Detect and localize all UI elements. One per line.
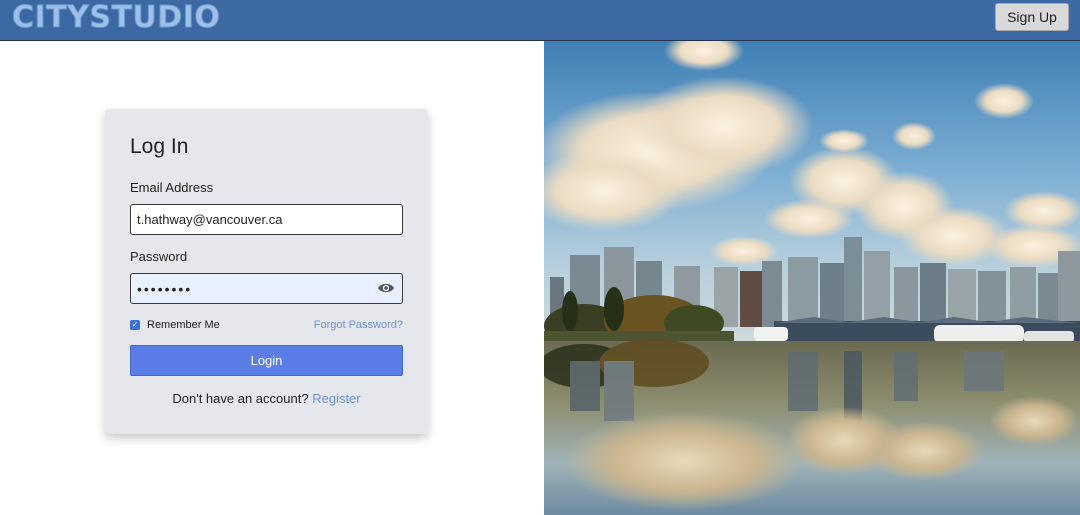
hero-skyline-image [544, 41, 1080, 515]
top-navbar: CITYSTUDIO Sign Up [0, 0, 1080, 41]
register-row: Don't have an account? Register [105, 391, 428, 406]
password-label: Password [130, 249, 188, 264]
check-icon: ✓ [131, 320, 139, 329]
login-button[interactable]: Login [130, 345, 403, 376]
citystudio-logo[interactable]: CITYSTUDIO [11, 0, 220, 35]
no-account-text: Don't have an account? [172, 391, 309, 406]
login-card: Log In Email Address Password ✓ Remember… [105, 109, 428, 434]
remember-me-label: Remember Me [147, 319, 220, 331]
remember-me-row[interactable]: ✓ Remember Me [130, 319, 220, 331]
forgot-password-link[interactable]: Forgot Password? [314, 319, 403, 331]
login-title: Log In [130, 135, 189, 158]
register-link[interactable]: Register [312, 391, 360, 406]
email-label: Email Address [130, 180, 214, 195]
remember-me-checkbox[interactable]: ✓ [130, 320, 140, 330]
password-field[interactable] [130, 273, 403, 304]
eye-icon[interactable] [377, 281, 395, 295]
sign-up-button[interactable]: Sign Up [995, 3, 1069, 31]
email-field[interactable] [130, 204, 403, 235]
